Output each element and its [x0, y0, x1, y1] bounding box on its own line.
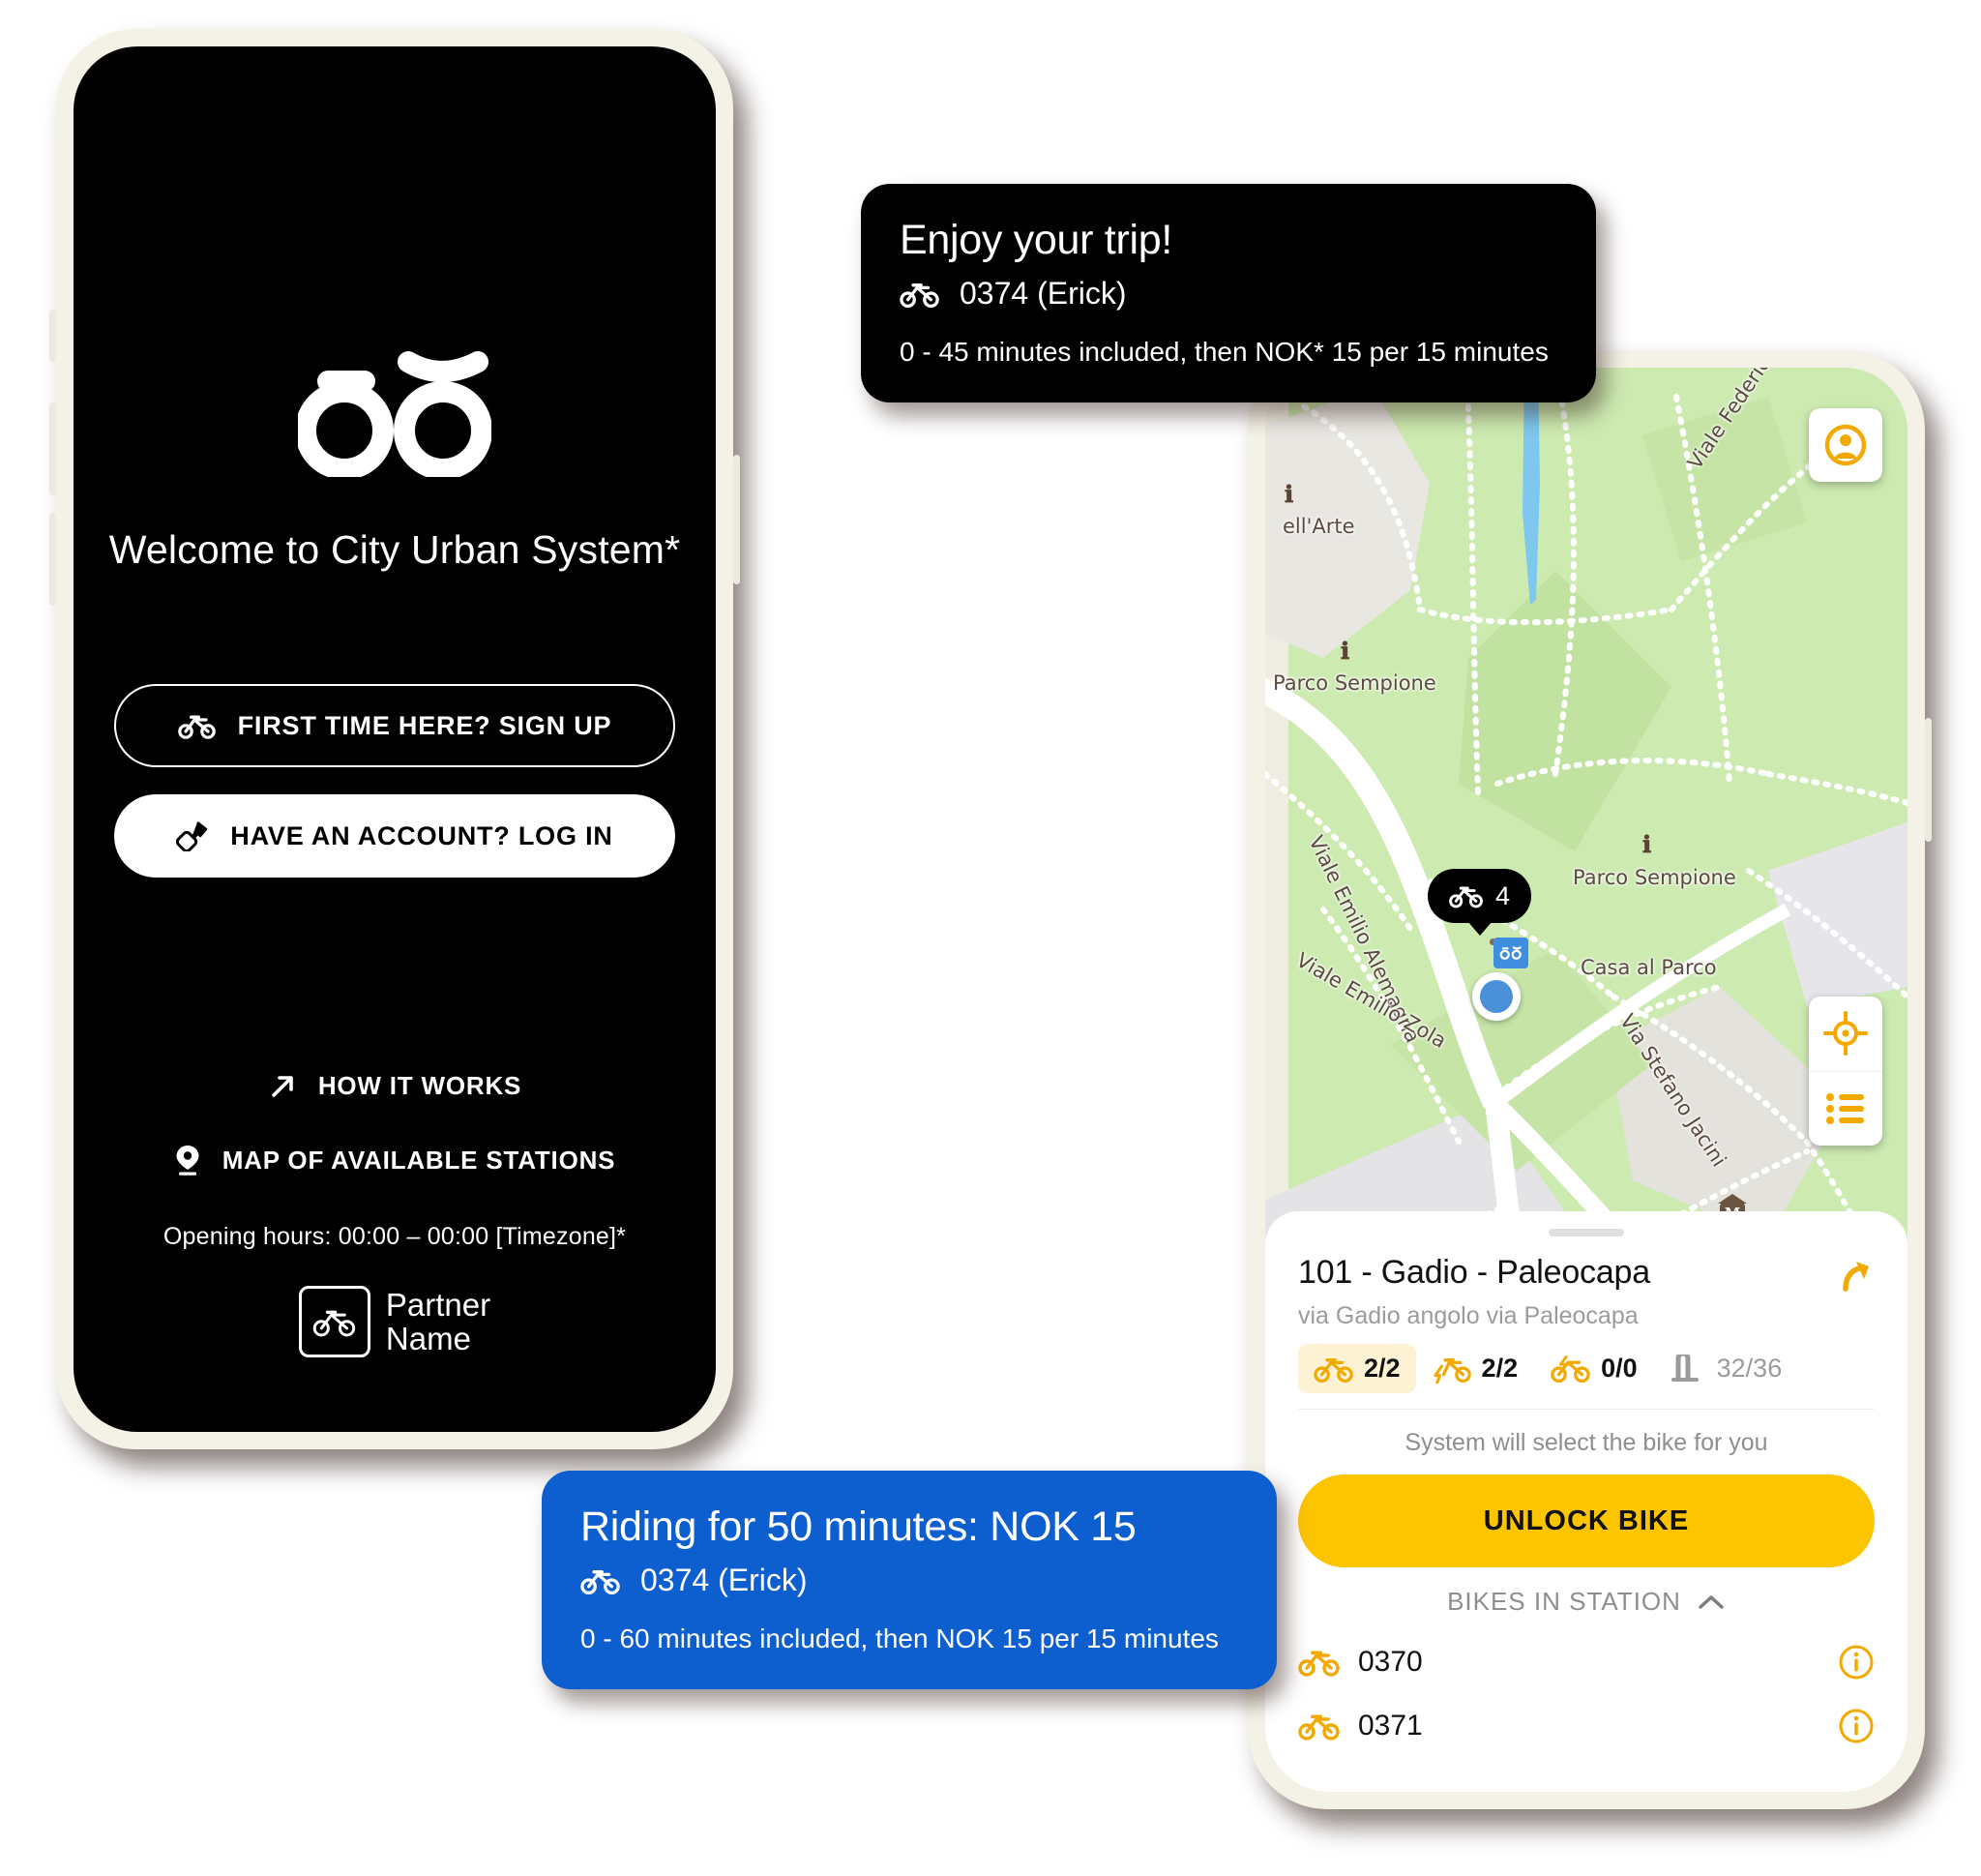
- share-arrow-icon[interactable]: [1838, 1258, 1875, 1295]
- key-icon: [176, 820, 209, 853]
- phone-side-button[interactable]: [49, 310, 56, 362]
- crosshair-locate-icon: [1823, 1011, 1868, 1057]
- info-icon[interactable]: [1838, 1644, 1875, 1681]
- bike-list-item[interactable]: 0370: [1298, 1644, 1875, 1681]
- list-icon: [1823, 1089, 1868, 1128]
- banner-bike-code: 0374 (Erick): [960, 276, 1127, 311]
- availability-ebikes-charging[interactable]: 0/0: [1533, 1344, 1653, 1393]
- locate-button[interactable]: [1809, 997, 1882, 1072]
- banner-title: Enjoy your trip!: [900, 217, 1172, 263]
- banner-note: 0 - 45 minutes included, then NOK* 15 pe…: [900, 337, 1549, 367]
- enjoy-trip-banner[interactable]: Enjoy your trip! 0374 (Erick) 0 - 45 min…: [861, 184, 1596, 402]
- map-of-stations-link[interactable]: MAP OF AVAILABLE STATIONS: [174, 1144, 616, 1176]
- partner-name-line1: Partner: [385, 1286, 491, 1323]
- bike-code: 0370: [1358, 1646, 1423, 1678]
- profile-button[interactable]: [1809, 408, 1882, 482]
- bike-icon: [580, 1566, 621, 1595]
- profile-icon: [1823, 423, 1868, 467]
- cluster-count: 4: [1495, 880, 1511, 910]
- station-address: via Gadio angolo via Paleocapa: [1298, 1302, 1639, 1329]
- signup-label: FIRST TIME HERE? SIGN UP: [237, 710, 612, 740]
- phone-map: ell'Arte Viale Federico Schiller Parco S…: [1248, 350, 1932, 1809]
- docks-icon: [1669, 1351, 1707, 1384]
- bikes-in-station-label: BIKES IN STATION: [1447, 1587, 1681, 1616]
- availability-docks-value: 32/36: [1716, 1354, 1783, 1383]
- signup-button[interactable]: FIRST TIME HERE? SIGN UP: [114, 684, 675, 767]
- phone-welcome: Welcome to City Urban System* FIRST TIME…: [49, 29, 740, 1449]
- info-icon[interactable]: [1838, 1708, 1875, 1744]
- page-title: Welcome to City Urban System*: [108, 527, 681, 572]
- banner-title: Riding for 50 minutes: NOK 15: [580, 1504, 1137, 1550]
- ebike-charge-icon: [1549, 1355, 1591, 1384]
- station-name: 101 - Gadio - Paleocapa: [1298, 1254, 1650, 1291]
- info-poi-icon: ℹ: [1285, 480, 1294, 508]
- phone-volume-up-button[interactable]: [49, 402, 56, 495]
- bike-icon: [1314, 1355, 1354, 1384]
- chevron-up-icon: [1697, 1593, 1726, 1611]
- bike-code: 0371: [1358, 1710, 1423, 1742]
- select-note: System will select the bike for you: [1404, 1429, 1768, 1456]
- bike-icon: [1298, 1712, 1341, 1741]
- location-pin-icon: [174, 1144, 201, 1176]
- welcome-screen: Welcome to City Urban System* FIRST TIME…: [74, 46, 716, 1432]
- info-poi-icon: ℹ: [1642, 830, 1652, 858]
- sheet-drag-handle[interactable]: [1549, 1229, 1624, 1236]
- how-it-works-label: HOW IT WORKS: [317, 1071, 522, 1100]
- divider: [1298, 1409, 1875, 1410]
- how-it-works-link[interactable]: HOW IT WORKS: [268, 1071, 521, 1101]
- riding-banner[interactable]: Riding for 50 minutes: NOK 15 0374 (Eric…: [542, 1471, 1277, 1689]
- secondary-links: HOW IT WORKS MAP OF AVAILABLE STATIONS O…: [114, 1071, 675, 1357]
- map-screen: ell'Arte Viale Federico Schiller Parco S…: [1265, 368, 1907, 1792]
- phone-power-button[interactable]: [1925, 718, 1932, 842]
- availability-ebikes[interactable]: 2/2: [1416, 1344, 1534, 1393]
- availability-ebikes-value: 2/2: [1481, 1354, 1519, 1383]
- map-of-stations-label: MAP OF AVAILABLE STATIONS: [222, 1145, 616, 1175]
- partner-name-line2: Name: [385, 1321, 471, 1356]
- bike-icon: [1298, 1648, 1341, 1677]
- availability-bikes[interactable]: 2/2: [1298, 1344, 1416, 1393]
- auth-buttons: FIRST TIME HERE? SIGN UP HAVE AN ACCOUNT…: [114, 684, 675, 878]
- station-cluster-pin[interactable]: 4: [1428, 869, 1532, 923]
- bike-icon: [177, 712, 217, 739]
- station-marker[interactable]: [1493, 938, 1528, 968]
- banner-bike-row: 0374 (Erick): [900, 276, 1557, 312]
- bikes-in-station-toggle[interactable]: BIKES IN STATION: [1298, 1587, 1875, 1617]
- availability-row: 2/2 2/2 0/0 32/36: [1298, 1344, 1875, 1393]
- availability-docks[interactable]: 32/36: [1653, 1344, 1798, 1393]
- info-poi-icon: ℹ: [1341, 637, 1350, 665]
- station-sheet: 101 - Gadio - Paleocapa via Gadio angolo…: [1265, 1211, 1907, 1792]
- banner-bike-row: 0374 (Erick): [580, 1563, 1238, 1598]
- partner-logo: Partner Name: [298, 1286, 491, 1357]
- station-header: 101 - Gadio - Paleocapa: [1298, 1254, 1875, 1295]
- banner-bike-code: 0374 (Erick): [640, 1563, 808, 1597]
- screenshot-stage: Welcome to City Urban System* FIRST TIME…: [0, 0, 1981, 1876]
- bike-logo: [295, 337, 492, 480]
- availability-charging-value: 0/0: [1601, 1354, 1638, 1383]
- opening-hours: Opening hours: 00:00 – 00:00 [Timezone]*: [163, 1223, 627, 1250]
- banner-note: 0 - 60 minutes included, then NOK 15 per…: [580, 1623, 1219, 1653]
- ebike-icon: [1432, 1355, 1472, 1385]
- map-controls-stack: [1809, 997, 1882, 1146]
- unlock-bike-button[interactable]: UNLOCK BIKE: [1298, 1474, 1875, 1567]
- phone-power-button[interactable]: [733, 455, 740, 584]
- login-label: HAVE AN ACCOUNT? LOG IN: [230, 820, 613, 850]
- list-button[interactable]: [1809, 1072, 1882, 1146]
- bike-icon: [900, 280, 940, 309]
- availability-bikes-value: 2/2: [1364, 1354, 1401, 1383]
- user-location-dot: [1472, 972, 1521, 1021]
- bike-in-box-icon: [298, 1286, 370, 1357]
- login-button[interactable]: HAVE AN ACCOUNT? LOG IN: [114, 794, 675, 878]
- bike-icon: [1449, 883, 1484, 908]
- phone-volume-down-button[interactable]: [49, 513, 56, 606]
- arrow-up-right-icon: [268, 1072, 297, 1101]
- bike-list-item[interactable]: 0371: [1298, 1708, 1875, 1744]
